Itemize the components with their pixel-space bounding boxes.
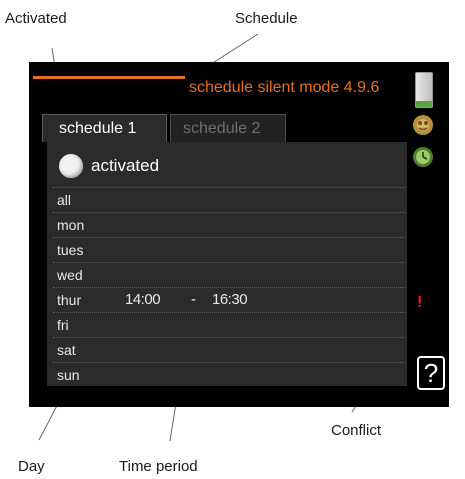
day-label: thur (57, 292, 82, 308)
day-row-sat[interactable]: sat (53, 337, 405, 362)
activated-label: activated (91, 156, 160, 175)
day-label: tues (57, 242, 84, 258)
day-row-fri[interactable]: fri (53, 312, 405, 337)
tab-schedule-1[interactable]: schedule 1 (42, 114, 167, 142)
clock-icon[interactable] (412, 146, 434, 168)
activated-radio[interactable] (59, 154, 83, 178)
day-row-thur[interactable]: thur 14:00 - 16:30 (53, 287, 405, 312)
callout-activated: Activated (5, 10, 67, 27)
level-bar-icon (415, 72, 433, 108)
time-start[interactable]: 14:00 (125, 291, 161, 308)
time-end[interactable]: 16:30 (212, 291, 248, 308)
callout-time-period: Time period (119, 458, 198, 475)
conflict-indicator: ! (417, 294, 423, 311)
day-label: wed (57, 267, 83, 283)
device-screen: schedule silent mode 4.9.6 schedule 1 sc… (29, 62, 449, 407)
activated-toggle[interactable]: activated (59, 153, 389, 181)
callout-conflict: Conflict (331, 422, 382, 439)
screen-title: schedule silent mode 4.9.6 (189, 79, 380, 96)
day-row-mon[interactable]: mon (53, 212, 405, 237)
title-accent-bar (33, 76, 185, 79)
time-separator: - (191, 291, 196, 308)
day-row-wed[interactable]: wed (53, 262, 405, 287)
day-label: fri (57, 317, 69, 333)
day-row-tues[interactable]: tues (53, 237, 405, 262)
day-label: sun (57, 367, 80, 383)
day-label: all (57, 192, 72, 208)
day-row-sun[interactable]: sun (53, 362, 405, 387)
day-label: mon (57, 217, 85, 233)
callout-schedule: Schedule (235, 10, 298, 27)
callout-day: Day (18, 458, 45, 475)
help-icon[interactable]: ? (417, 356, 445, 390)
heat-pump-icon[interactable] (412, 114, 434, 136)
day-row-all[interactable]: all (53, 187, 405, 212)
tab-schedule-2[interactable]: schedule 2 (170, 114, 286, 142)
manual-figure: { "callouts": { "activated": "Activated"… (0, 0, 465, 479)
day-label: sat (57, 342, 76, 358)
